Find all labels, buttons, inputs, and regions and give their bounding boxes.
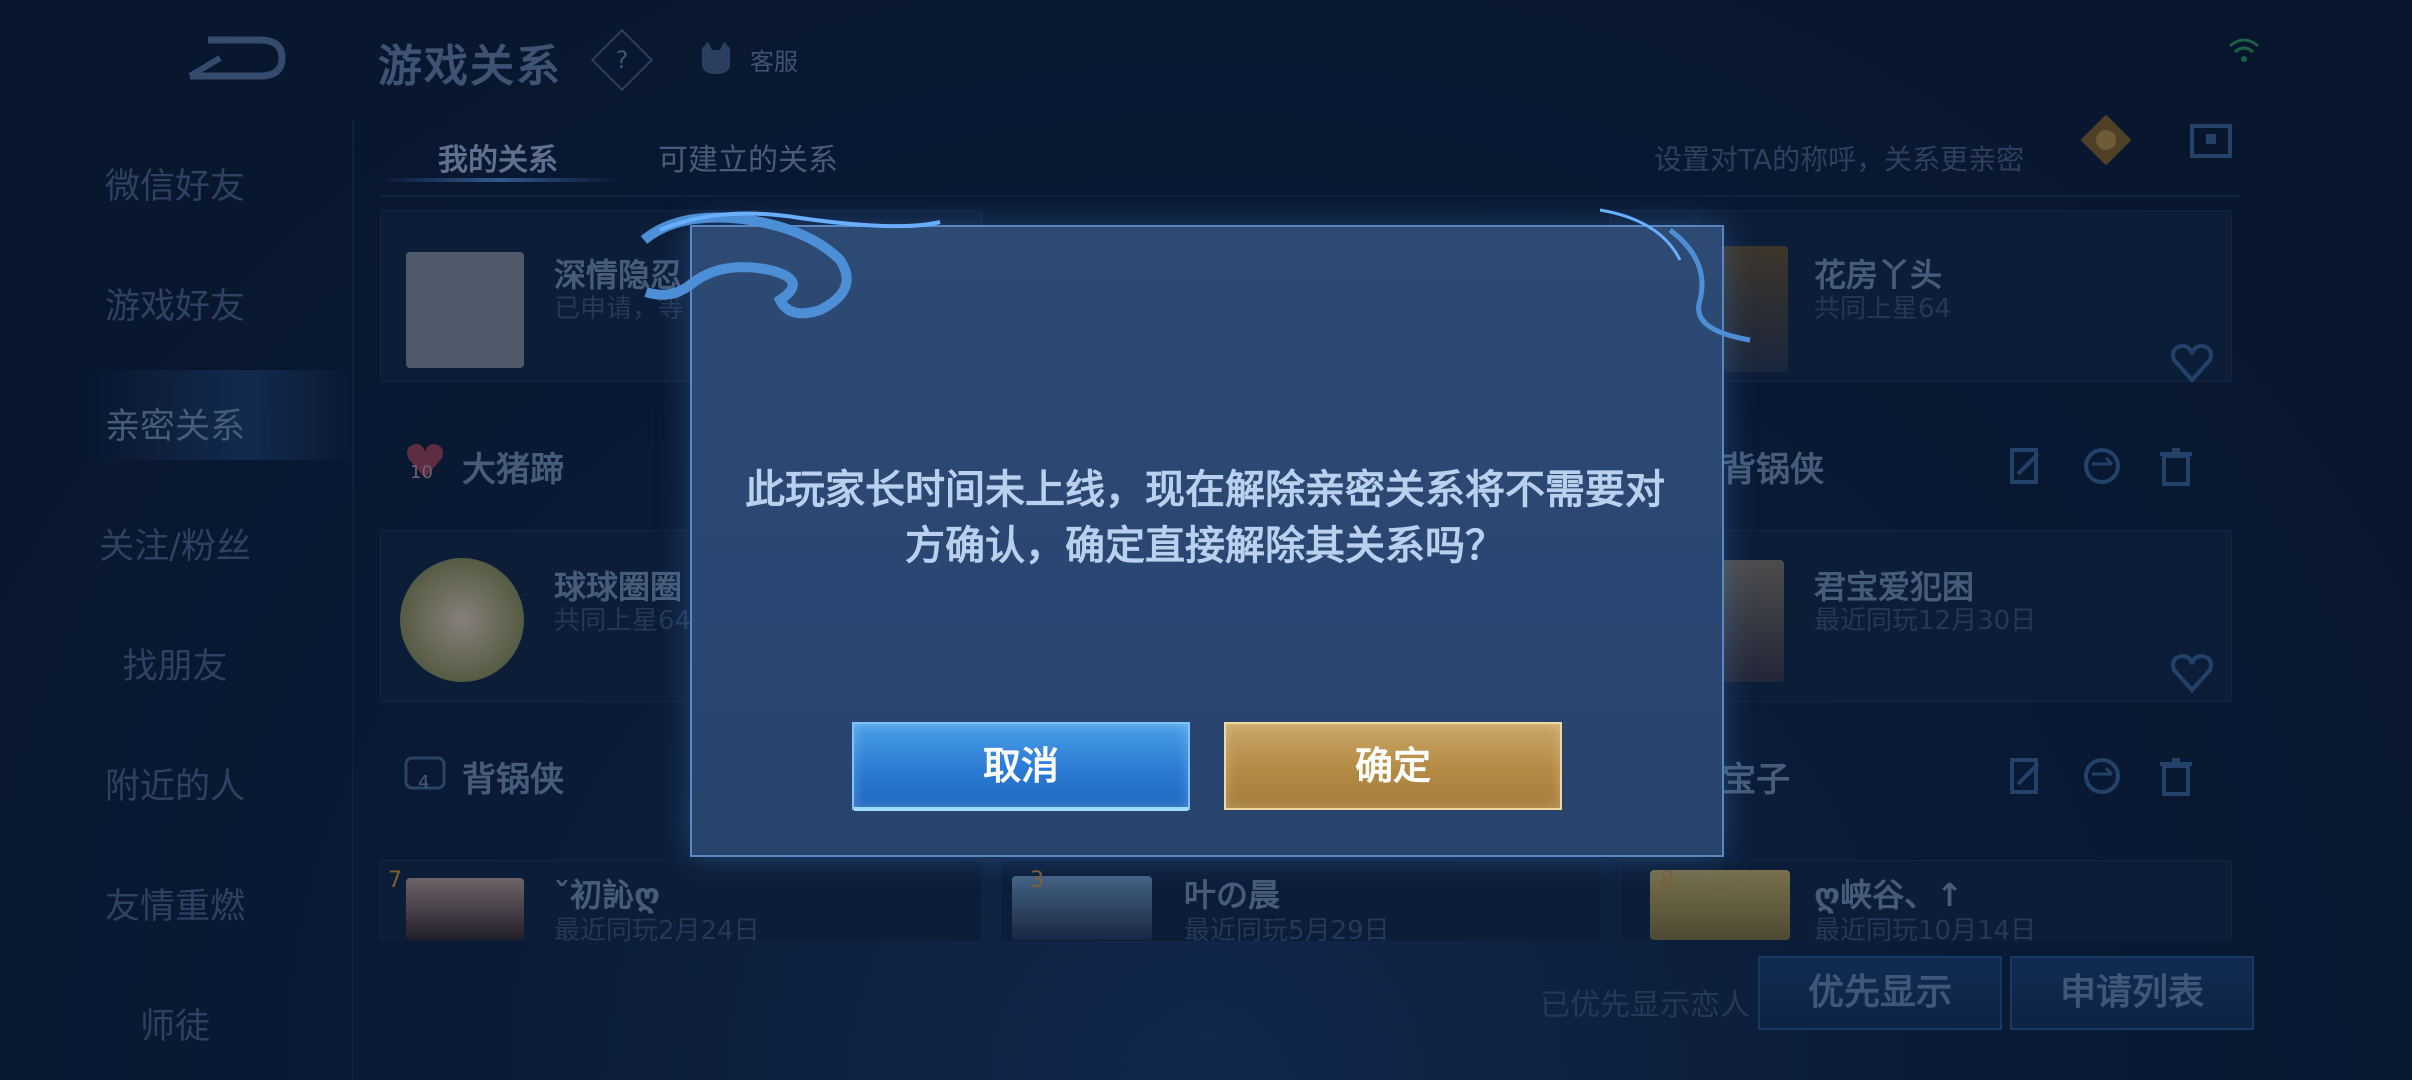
dialog-message-line1: 此玩家长时间未上线，现在解除亲密关系将不需要对 (745, 467, 1665, 513)
dialog-message: 此玩家长时间未上线，现在解除亲密关系将不需要对 方确认，确定直接解除其关系吗？ (720, 462, 1690, 574)
confirm-button[interactable]: 确定 (1224, 722, 1562, 810)
cancel-button-label: 取消 (982, 744, 1059, 788)
cancel-button-glow (854, 807, 1188, 811)
dialog-message-line2: 方确认，确定直接解除其关系吗？ (905, 523, 1505, 569)
confirm-button-label: 确定 (1354, 744, 1431, 788)
cancel-button[interactable]: 取消 (852, 722, 1190, 811)
